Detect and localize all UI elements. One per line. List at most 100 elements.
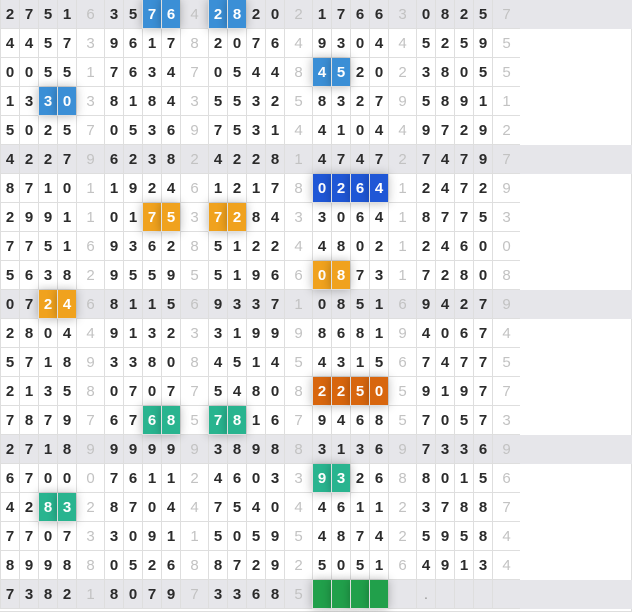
grid-cell[interactable]: 7 [0,580,19,609]
grid-cell[interactable]: 2 [161,319,180,348]
grid-cell[interactable]: 6 [19,261,38,290]
grid-separator-cell[interactable]: 3 [76,87,104,116]
grid-cell[interactable]: 4 [350,145,369,174]
grid-cell[interactable]: 6 [369,0,388,29]
grid-cell[interactable]: 4 [312,232,331,261]
grid-cell[interactable]: 5 [246,522,265,551]
grid-cell[interactable]: 6 [369,435,388,464]
grid-separator-cell[interactable]: 4 [388,29,416,58]
grid-separator-cell[interactable]: 7 [492,377,520,406]
grid-cell[interactable]: 8 [161,145,180,174]
highlighted-cell[interactable] [312,580,331,609]
grid-cell[interactable]: 0 [265,377,284,406]
grid-cell[interactable]: 8 [435,0,454,29]
grid-cell[interactable]: 9 [161,580,180,609]
grid-cell[interactable]: 5 [161,290,180,319]
grid-cell[interactable]: 8 [435,87,454,116]
grid-separator-cell[interactable]: 2 [284,551,312,580]
grid-separator-cell[interactable]: 4 [180,0,208,29]
grid-cell[interactable]: 6 [104,145,123,174]
grid-cell[interactable]: 1 [246,174,265,203]
grid-cell[interactable]: 9 [142,522,161,551]
grid-cell[interactable]: 2 [416,232,435,261]
grid-cell[interactable]: 0 [142,377,161,406]
grid-cell[interactable]: 0 [104,551,123,580]
grid-cell[interactable]: 1 [0,87,19,116]
grid-cell[interactable]: 9 [208,290,227,319]
grid-cell[interactable]: 8 [57,261,76,290]
grid-cell[interactable]: 5 [416,522,435,551]
grid-cell[interactable]: 6 [227,464,246,493]
grid-cell[interactable]: 9 [246,319,265,348]
grid-cell[interactable]: 7 [416,406,435,435]
grid-cell[interactable]: 9 [142,435,161,464]
grid-cell[interactable]: 7 [104,58,123,87]
grid-separator-cell[interactable]: 5 [388,406,416,435]
grid-separator-cell[interactable]: 3 [76,522,104,551]
grid-cell[interactable]: 3 [369,261,388,290]
grid-separator-cell[interactable]: 5 [284,522,312,551]
grid-cell[interactable]: 2 [265,232,284,261]
grid-separator-cell[interactable]: 7 [180,580,208,609]
grid-separator-cell[interactable]: 1 [284,145,312,174]
grid-cell[interactable]: 5 [350,551,369,580]
grid-cell[interactable]: 3 [38,261,57,290]
grid-cell[interactable]: 9 [416,290,435,319]
grid-cell[interactable]: 8 [350,319,369,348]
grid-cell[interactable]: 8 [104,580,123,609]
grid-cell[interactable]: 9 [416,377,435,406]
grid-cell[interactable]: 7 [57,522,76,551]
grid-cell[interactable]: 8 [57,435,76,464]
grid-cell[interactable]: 7 [435,493,454,522]
grid-cell[interactable]: 0 [350,29,369,58]
highlighted-cell[interactable]: 5 [350,377,369,406]
grid-separator-cell[interactable]: 6 [76,290,104,319]
highlighted-cell[interactable]: 2 [208,0,227,29]
highlighted-cell[interactable]: 2 [312,377,331,406]
grid-cell[interactable]: 5 [0,348,19,377]
grid-separator-cell[interactable]: 6 [388,551,416,580]
grid-cell[interactable] [473,580,492,609]
grid-cell[interactable]: 0 [0,58,19,87]
grid-cell[interactable]: 9 [38,203,57,232]
grid-separator-cell[interactable]: 8 [180,551,208,580]
grid-cell[interactable]: 1 [350,348,369,377]
grid-cell[interactable]: 6 [161,551,180,580]
grid-separator-cell[interactable]: 2 [388,493,416,522]
grid-separator-cell[interactable]: 9 [76,348,104,377]
grid-cell[interactable]: 5 [454,29,473,58]
grid-cell[interactable]: 6 [265,29,284,58]
grid-cell[interactable]: 5 [0,116,19,145]
grid-cell[interactable]: 7 [19,464,38,493]
grid-cell[interactable]: 3 [416,493,435,522]
grid-cell[interactable]: 5 [208,377,227,406]
grid-separator-cell[interactable]: 5 [180,406,208,435]
grid-cell[interactable]: 5 [38,232,57,261]
grid-separator-cell[interactable]: 4 [284,116,312,145]
grid-cell[interactable]: 8 [0,174,19,203]
grid-cell[interactable]: 7 [331,0,350,29]
grid-cell[interactable]: 1 [57,0,76,29]
grid-cell[interactable]: 2 [454,290,473,319]
grid-cell[interactable]: 6 [331,493,350,522]
grid-separator-cell[interactable]: 9 [180,116,208,145]
grid-cell[interactable]: 3 [123,348,142,377]
grid-cell[interactable]: 2 [0,319,19,348]
highlighted-cell[interactable]: 7 [142,203,161,232]
grid-cell[interactable]: 7 [208,493,227,522]
grid-cell[interactable]: 4 [208,145,227,174]
grid-cell[interactable]: 0 [350,116,369,145]
grid-cell[interactable]: 3 [312,435,331,464]
grid-cell[interactable]: 5 [416,87,435,116]
grid-separator-cell[interactable]: 7 [76,406,104,435]
grid-separator-cell[interactable]: 1 [76,174,104,203]
grid-cell[interactable]: 3 [331,87,350,116]
grid-separator-cell[interactable]: 4 [388,116,416,145]
highlighted-cell[interactable]: 8 [331,261,350,290]
grid-cell[interactable]: 0 [19,116,38,145]
grid-cell[interactable]: 6 [265,261,284,290]
grid-cell[interactable]: 7 [57,29,76,58]
grid-cell[interactable]: 1 [246,406,265,435]
grid-cell[interactable]: 8 [208,551,227,580]
grid-cell[interactable]: 4 [312,116,331,145]
